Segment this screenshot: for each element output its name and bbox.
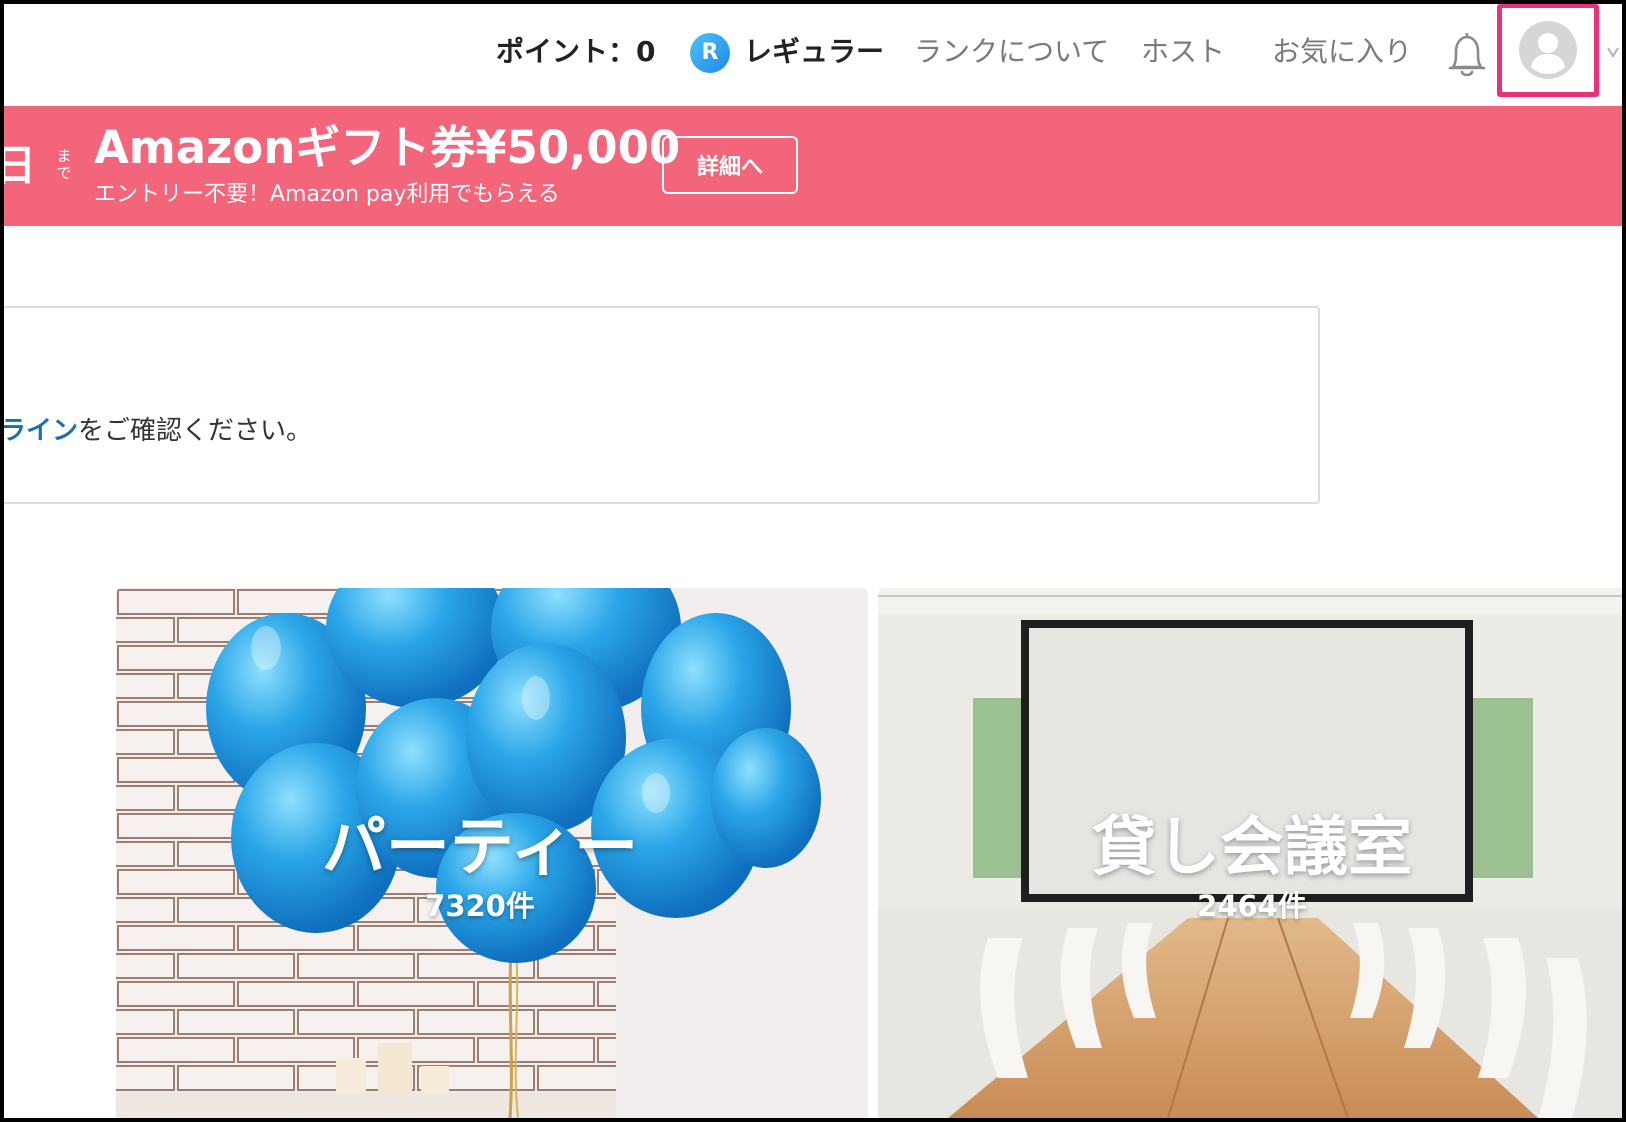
countdown-until-label: まで <box>56 147 72 182</box>
nav-favorites-link[interactable]: お気に入り <box>1272 32 1412 72</box>
site-header: ポイント：0 R レギュラー ランクについて ホスト お気に入り <box>4 4 1622 105</box>
nav-host-link[interactable]: ホスト <box>1141 32 1225 72</box>
notice-box: ドラインをご確認ください。 <box>4 306 1320 504</box>
promo-title: Amazonギフト券¥50,000 <box>94 121 681 174</box>
guideline-link[interactable]: ドライン <box>4 416 78 446</box>
bell-icon[interactable] <box>1444 29 1490 79</box>
notice-message: をご確認ください。 <box>78 416 313 446</box>
category-title: パーティー <box>321 811 639 885</box>
page: ポイント：0 R レギュラー ランクについて ホスト お気に入り 日 まで Am… <box>4 4 1622 1118</box>
promo-banner: 日 まで Amazonギフト券¥50,000 エントリー不要！Amazon pa… <box>4 106 1622 226</box>
points-label[interactable]: ポイント：0 <box>496 32 655 72</box>
rank-badge-icon[interactable]: R <box>690 33 730 73</box>
nav-about-rank-link[interactable]: ランクについて <box>914 32 1109 72</box>
rank-label[interactable]: レギュラー <box>744 32 884 72</box>
countdown-days: 日 <box>4 141 37 190</box>
category-card-party[interactable]: パーティー 7320件 <box>116 588 868 1118</box>
category-count: 2464件 <box>1197 889 1307 923</box>
chevron-down-icon[interactable] <box>1604 42 1622 64</box>
promo-detail-button[interactable]: 詳細へ <box>662 136 798 194</box>
category-title: 貸し会議室 <box>1092 811 1412 885</box>
notice-text: ドラインをご確認ください。 <box>4 412 312 450</box>
category-card-meeting-room[interactable]: 貸し会議室 2464件 <box>878 588 1622 1118</box>
user-avatar-icon[interactable] <box>1519 21 1577 79</box>
promo-subtitle: エントリー不要！Amazon pay利用でもらえる <box>94 182 560 207</box>
category-count: 7320件 <box>425 889 535 923</box>
